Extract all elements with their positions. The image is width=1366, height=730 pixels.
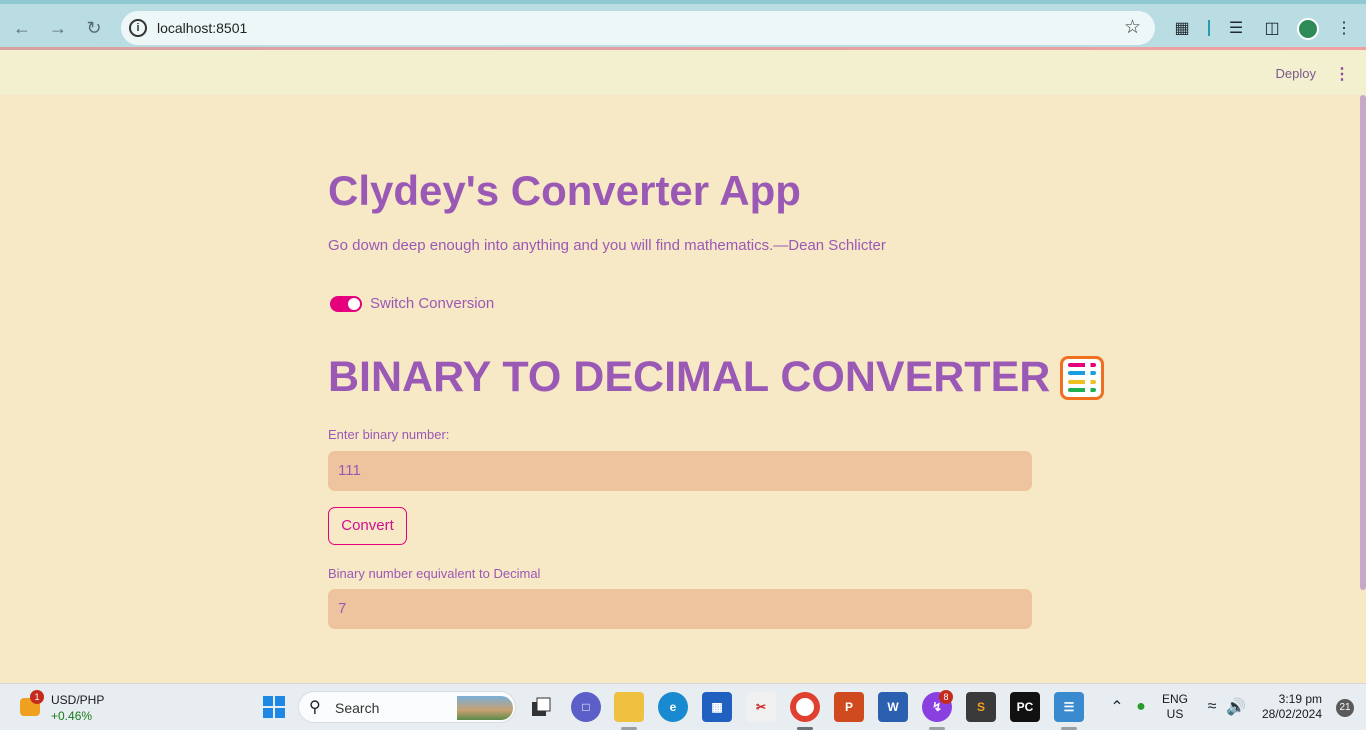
pycharm-icon[interactable]: PC <box>1010 692 1040 722</box>
toolbar-divider <box>1208 20 1210 36</box>
ticker-change: +0.46% <box>51 709 93 723</box>
clock[interactable]: 3:19 pm 28/02/2024 <box>1262 692 1322 722</box>
bookmark-star-icon[interactable]: ☆ <box>1124 16 1141 39</box>
start-menu-icon[interactable] <box>259 692 289 722</box>
volume-icon[interactable]: 🔊 <box>1225 696 1247 718</box>
quote-text: Go down deep enough into anything and yo… <box>328 237 886 254</box>
search-highlight-image <box>457 696 513 720</box>
edge-browser-icon[interactable]: e <box>658 692 688 722</box>
snipping-tool-icon[interactable]: ✂ <box>746 692 776 722</box>
site-info-icon[interactable]: i <box>129 19 147 37</box>
task-view-icon[interactable] <box>526 692 556 722</box>
currency-widget[interactable]: 1 USD/PHP +0.46% <box>18 690 118 726</box>
converter-heading: BINARY TO DECIMAL CONVERTER <box>328 353 1105 402</box>
notification-count[interactable]: 21 <box>1336 699 1354 717</box>
extensions-icon[interactable]: ▦ <box>1171 17 1193 39</box>
wifi-icon[interactable]: ≈ <box>1201 696 1223 718</box>
page-scrollbar[interactable] <box>1360 95 1366 590</box>
file-explorer-icon[interactable] <box>614 692 644 722</box>
binary-input-label: Enter binary number: <box>328 427 450 442</box>
decimal-output-label: Binary number equivalent to Decimal <box>328 566 541 581</box>
clock-date: 28/02/2024 <box>1261 707 1322 721</box>
address-bar[interactable]: i localhost:8501 ☆ <box>121 11 1155 45</box>
app-menu-icon[interactable]: ⋮ <box>1334 64 1350 84</box>
notepad-icon[interactable]: ☰ <box>1054 692 1084 722</box>
clock-time: 3:19 pm <box>1278 692 1322 706</box>
toggle-label: Switch Conversion <box>370 295 495 312</box>
forward-button[interactable]: → <box>46 16 70 40</box>
messenger-badge: 8 <box>939 690 953 704</box>
abacus-icon <box>1060 355 1105 400</box>
microsoft-store-icon[interactable]: ▦ <box>702 692 732 722</box>
converter-heading-text: BINARY TO DECIMAL CONVERTER <box>328 353 1051 401</box>
windows-taskbar: 1 USD/PHP +0.46% ⚲ Search □ e ▦ ✂ P W ↯ … <box>0 683 1366 730</box>
browser-toolbar: ← → ↻ i localhost:8501 ☆ ▦ ☰ ◫ ⋮ <box>0 0 1366 50</box>
widget-badge: 1 <box>30 690 44 704</box>
conversion-toggle[interactable]: Switch Conversion <box>330 295 494 312</box>
taskbar-search[interactable]: ⚲ Search <box>298 691 516 723</box>
profile-avatar[interactable] <box>1297 18 1319 40</box>
search-label: Search <box>335 700 380 716</box>
page-title: Clydey's Converter App <box>328 167 801 214</box>
toggle-knob <box>348 297 360 310</box>
sublime-text-icon[interactable]: S <box>966 692 996 722</box>
reload-button[interactable]: ↻ <box>82 16 106 40</box>
deploy-button[interactable]: Deploy <box>1276 66 1316 81</box>
url-text[interactable]: localhost:8501 <box>157 20 247 36</box>
browser-menu-icon[interactable]: ⋮ <box>1333 17 1355 39</box>
app-header: Deploy ⋮ <box>0 50 1366 95</box>
media-control-icon[interactable]: ☰ <box>1225 17 1247 39</box>
decimal-output[interactable]: 7 <box>328 589 1032 629</box>
ticker-pair: USD/PHP <box>51 693 105 707</box>
tray-app-icon[interactable]: ● <box>1130 696 1152 718</box>
language-code: ENG <box>1161 692 1188 706</box>
show-hidden-icons-chevron-icon[interactable]: ⌃ <box>1106 696 1128 718</box>
language-indicator[interactable]: ENG US <box>1160 692 1190 722</box>
convert-button[interactable]: Convert <box>328 507 407 545</box>
side-panel-icon[interactable]: ◫ <box>1261 17 1283 39</box>
word-icon[interactable]: W <box>878 692 908 722</box>
teams-chat-icon[interactable]: □ <box>571 692 601 722</box>
toggle-switch[interactable] <box>330 295 362 312</box>
search-icon: ⚲ <box>309 699 321 716</box>
binary-input[interactable]: 111 <box>328 451 1032 491</box>
chrome-browser-icon[interactable] <box>790 692 820 722</box>
region-code: US <box>1166 707 1184 721</box>
back-button[interactable]: ← <box>10 16 34 40</box>
powerpoint-icon[interactable]: P <box>834 692 864 722</box>
